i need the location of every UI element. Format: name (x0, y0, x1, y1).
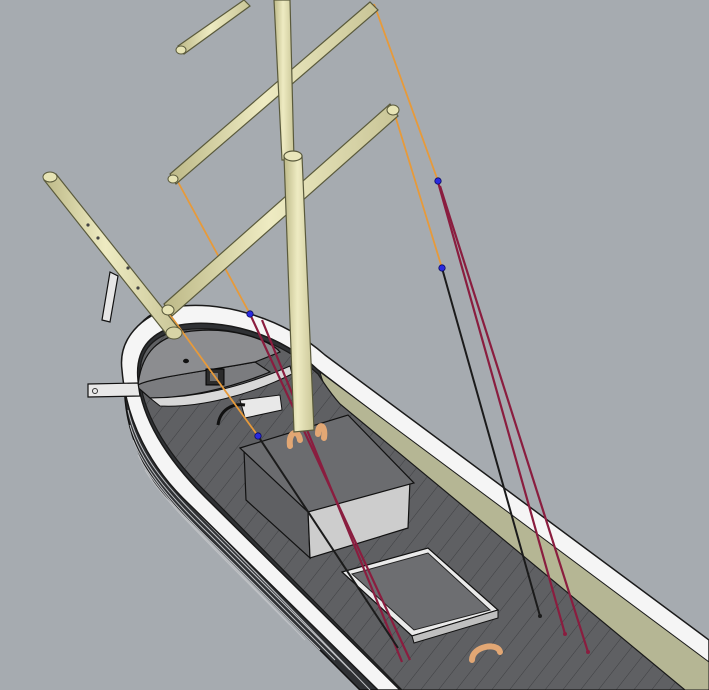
pulley-block-icon (254, 432, 262, 440)
yard-top (177, 0, 251, 55)
rigging-line-orange (393, 111, 443, 269)
ship-model-render (42, 0, 709, 690)
pulley-block-icon (434, 177, 442, 185)
pulley-block-icon (246, 310, 254, 318)
rigging-line-orange (373, 3, 439, 182)
bowsprit (42, 171, 183, 340)
pulley-block-icon (438, 264, 446, 272)
cad-3d-viewport[interactable] (0, 0, 709, 690)
mast-upper (273, 0, 295, 161)
